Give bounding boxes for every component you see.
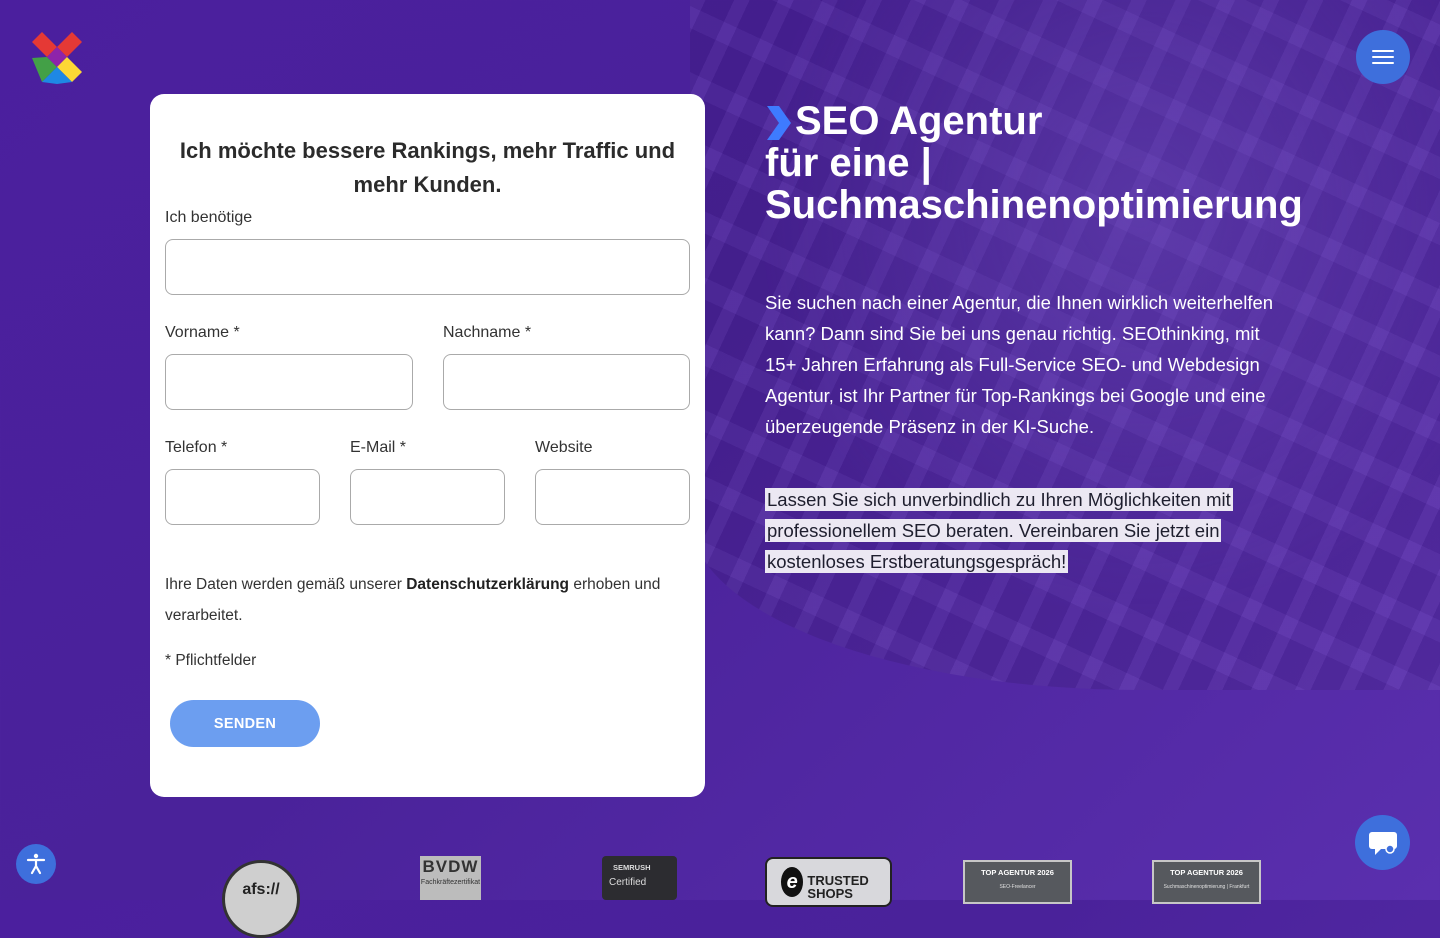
hero-highlight: Lassen Sie sich unverbindlich zu Ihren M… [765,484,1235,577]
hero-highlight-text: Lassen Sie sich unverbindlich zu Ihren M… [765,488,1233,573]
top1-subtitle: SEO-Freelancer [999,884,1036,890]
top-agentur-badge-1: TOP AGENTUR 2026 SEO-Freelancer [963,860,1072,904]
accessibility-icon [26,853,46,875]
bvdw-badge: BVDW Fachkräftezertifikat [420,856,481,900]
hero-title-text1: SEO Agentur [795,99,1043,143]
phone-input[interactable] [165,469,320,525]
need-input[interactable] [165,239,690,295]
top2-subtitle: Suchmaschinenoptimierung | Frankfurt [1163,884,1250,890]
privacy-notice: Ihre Daten werden gemäß unserer Datensch… [165,569,685,631]
chat-icon [1368,831,1397,855]
submit-button[interactable]: SENDEN [170,700,320,747]
firstname-label: Vorname * [165,324,240,341]
chevron-right-icon [767,106,791,141]
need-label: Ich benötige [165,209,253,226]
top2-title: TOP AGENTUR 2026 [1170,868,1243,877]
lastname-input[interactable] [443,354,690,410]
required-note: * Pflichtfelder [165,652,257,669]
phone-label: Telefon * [165,439,228,456]
form-heading: Ich möchte bessere Rankings, mehr Traffi… [179,138,676,197]
firstname-input[interactable] [165,354,413,410]
top-agentur-badge-2: TOP AGENTUR 2026 Suchmaschinenoptimierun… [1152,860,1261,904]
hero-title-line3: Suchmaschinenoptimierung [765,183,1303,228]
trusted-shops-e-icon: e [781,867,804,897]
semrush-badge: SEMRUSH Certified [602,856,677,900]
privacy-link[interactable]: Datenschutzerklärung [406,576,569,593]
contact-form-card: Ich möchte bessere Rankings, mehr Traffi… [150,94,705,797]
semrush-title: SEMRUSH [613,863,651,872]
hero-title-line1: SEO Agentur [765,100,1325,142]
website-input[interactable] [535,469,690,525]
accessibility-button[interactable] [16,844,56,884]
top1-title: TOP AGENTUR 2026 [981,868,1054,877]
afs-badge: afs:// [222,860,300,938]
chat-button[interactable] [1355,815,1410,870]
website-label: Website [535,439,593,456]
semrush-subtitle: Certified [609,877,647,888]
afs-badge-text: afs:// [242,881,280,898]
trusted-shops-text: TRUSTED SHOPS [807,873,869,901]
email-input[interactable] [350,469,505,525]
bvdw-title: BVDW [422,857,479,876]
bvdw-subtitle: Fachkräftezertifikat [420,879,481,886]
hero-paragraph: Sie suchen nach einer Agentur, die Ihnen… [765,292,1274,437]
site-logo[interactable] [28,28,86,86]
hamburger-icon [1372,46,1394,68]
lastname-label: Nachname * [443,324,532,341]
menu-button[interactable] [1356,30,1410,84]
colorful-x-logo-icon [32,32,82,84]
hero-title-line2: für eine | [765,141,932,186]
email-label: E-Mail * [350,439,407,456]
hero-title: SEO Agentur für eine | Suchmaschinenopti… [765,100,1325,226]
privacy-prefix: Ihre Daten werden gemäß unserer [165,576,407,593]
